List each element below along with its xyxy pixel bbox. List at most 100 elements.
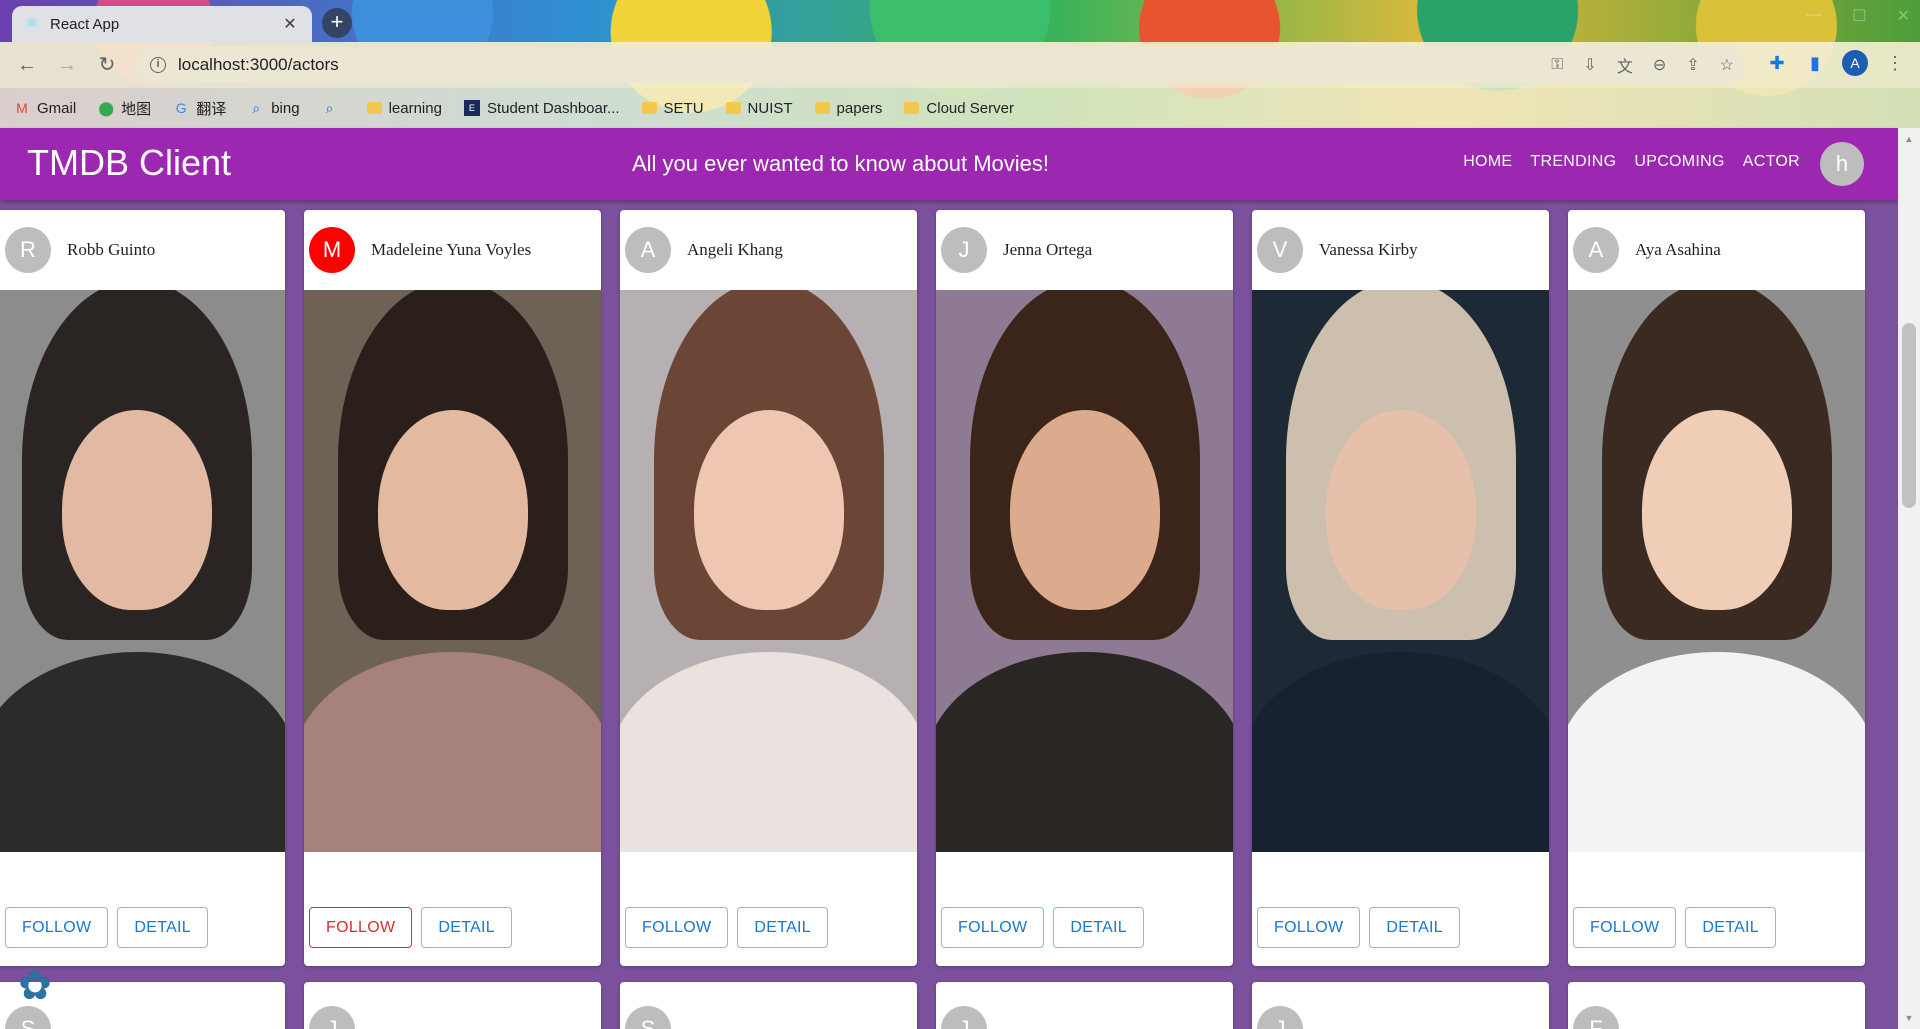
maximize-icon[interactable]: ☐	[1852, 6, 1866, 26]
card-header: F	[1568, 982, 1865, 1029]
actor-card: V Vanessa Kirby FOLLOW DETAIL	[1252, 210, 1549, 966]
actor-photo[interactable]	[0, 290, 285, 852]
folder-icon	[725, 102, 741, 114]
actors-page: R Robb Guinto FOLLOW DETAIL M Madeleine …	[0, 200, 1898, 1029]
actor-avatar: S	[5, 1006, 51, 1029]
bookmark-papers[interactable]: papers	[814, 100, 882, 117]
actor-avatar: J	[1257, 1006, 1303, 1029]
photo-body	[0, 652, 285, 852]
key-icon[interactable]: ⚿	[1551, 56, 1563, 74]
bookmark-bing[interactable]: ⌕ bing	[248, 100, 299, 117]
bookmark-nuist[interactable]: NUIST	[725, 100, 793, 117]
card-header: J	[304, 982, 601, 1029]
actor-photo[interactable]	[1252, 290, 1549, 852]
actor-name: Vanessa Kirby	[1319, 240, 1418, 259]
profile-avatar[interactable]: A	[1842, 50, 1868, 76]
bookmark-gmail[interactable]: M Gmail	[14, 100, 76, 117]
nav-trending[interactable]: TRENDING	[1530, 153, 1616, 171]
new-tab-button[interactable]: +	[322, 8, 352, 38]
page-scrollbar[interactable]: ▲ ▼	[1898, 128, 1920, 1029]
side-panel-icon[interactable]: ▮	[1804, 52, 1826, 74]
photo-face	[1325, 410, 1476, 610]
react-devtools-icon[interactable]: ✿	[12, 963, 58, 1009]
card-actions: FOLLOW DETAIL	[5, 907, 209, 948]
dashboard-icon: E	[463, 100, 480, 116]
translate-icon[interactable]: 文	[1617, 53, 1633, 77]
extension-area: ✚ ▮ A ⋮	[1766, 50, 1906, 76]
photo-face	[1641, 410, 1792, 610]
bookmark-cloud-server[interactable]: Cloud Server	[904, 100, 1014, 117]
photo-body	[620, 652, 917, 852]
detail-button[interactable]: DETAIL	[1685, 907, 1777, 948]
app-tagline: All you ever wanted to know about Movies…	[632, 151, 1050, 176]
photo-body	[1568, 652, 1865, 852]
actor-photo[interactable]	[620, 290, 917, 852]
translate-icon: G	[175, 100, 187, 116]
actor-photo[interactable]	[936, 290, 1233, 852]
bookmark-maps[interactable]: ⬤ 地图	[98, 98, 151, 119]
detail-button[interactable]: DETAIL	[1053, 907, 1145, 948]
bookmark-star-icon[interactable]: ☆	[1720, 55, 1734, 75]
url-text[interactable]: localhost:3000/actors	[178, 55, 339, 75]
reload-icon[interactable]: ↻	[94, 52, 120, 78]
bookmarks-bar: M Gmail ⬤ 地图 G 翻译 ⌕ bing ⌕ learning E Student…	[0, 88, 1920, 128]
window-controls: — ☐ ✕	[1806, 6, 1910, 26]
actor-card-partial: F	[1568, 982, 1865, 1029]
actor-photo[interactable]	[304, 290, 601, 852]
site-info-icon[interactable]: i	[150, 57, 166, 73]
address-bar[interactable]: i localhost:3000/actors ⚿ ⇩ 文 ⊖ ⇪ ☆	[136, 47, 1746, 83]
browser-window-frame: ⚛ React App ✕ + — ☐ ✕ ← → ↻ i localhost:…	[0, 0, 1920, 128]
bookmark-translate[interactable]: G 翻译	[173, 98, 226, 119]
menu-kebab-icon[interactable]: ⋮	[1884, 52, 1906, 74]
detail-button[interactable]: DETAIL	[1369, 907, 1461, 948]
card-header: J Jenna Ortega	[936, 210, 1233, 290]
follow-button[interactable]: FOLLOW	[5, 907, 109, 948]
actor-avatar: A	[625, 227, 671, 273]
actor-card: R Robb Guinto FOLLOW DETAIL	[0, 210, 285, 966]
follow-button[interactable]: FOLLOW	[1257, 907, 1361, 948]
forward-arrow-icon[interactable]: →	[54, 52, 80, 78]
photo-face	[693, 410, 844, 610]
card-actions: FOLLOW DETAIL	[309, 907, 513, 948]
bookmark-learning[interactable]: learning	[366, 100, 442, 117]
search-icon: ⌕	[252, 100, 261, 116]
extensions-puzzle-icon[interactable]: ✚	[1766, 52, 1788, 74]
scroll-up-icon[interactable]: ▲	[1904, 134, 1914, 144]
nav-actor[interactable]: ACTOR	[1743, 153, 1800, 171]
close-tab-icon[interactable]: ✕	[280, 14, 300, 34]
follow-button[interactable]: FOLLOW	[1573, 907, 1677, 948]
actor-name: Robb Guinto	[67, 240, 156, 259]
browser-tab[interactable]: ⚛ React App ✕	[12, 6, 312, 42]
actor-card: M Madeleine Yuna Voyles FOLLOW DETAIL	[304, 210, 601, 966]
nav-home[interactable]: HOME	[1463, 153, 1512, 171]
scrollbar-thumb[interactable]	[1902, 323, 1916, 508]
actor-photo[interactable]	[1568, 290, 1865, 852]
zoom-icon[interactable]: ⊖	[1653, 55, 1666, 75]
bookmark-student-dashboard[interactable]: E Student Dashboar...	[463, 100, 620, 117]
detail-button[interactable]: DETAIL	[737, 907, 829, 948]
actor-avatar: A	[1573, 227, 1619, 273]
follow-button[interactable]: FOLLOW	[309, 907, 413, 948]
detail-button[interactable]: DETAIL	[421, 907, 513, 948]
minimize-icon[interactable]: —	[1806, 6, 1822, 26]
bookmark-search[interactable]: ⌕	[322, 100, 345, 116]
user-avatar[interactable]: h	[1820, 142, 1864, 186]
follow-button[interactable]: FOLLOW	[941, 907, 1045, 948]
install-icon[interactable]: ⇩	[1583, 55, 1596, 75]
share-icon[interactable]: ⇪	[1686, 55, 1699, 75]
nav-upcoming[interactable]: UPCOMING	[1634, 153, 1724, 171]
folder-icon	[814, 102, 830, 114]
scroll-down-icon[interactable]: ▼	[1904, 1013, 1914, 1023]
follow-button[interactable]: FOLLOW	[625, 907, 729, 948]
card-header: S	[620, 982, 917, 1029]
detail-button[interactable]: DETAIL	[117, 907, 209, 948]
actor-name: Angeli Khang	[687, 240, 783, 259]
card-actions: FOLLOW DETAIL	[1257, 907, 1461, 948]
photo-face	[61, 410, 212, 610]
actor-card: A Angeli Khang FOLLOW DETAIL	[620, 210, 917, 966]
actor-card: A Aya Asahina FOLLOW DETAIL	[1568, 210, 1865, 966]
bookmark-setu[interactable]: SETU	[641, 100, 704, 117]
tab-strip: ⚛ React App ✕ + — ☐ ✕	[0, 0, 1920, 42]
back-arrow-icon[interactable]: ←	[14, 52, 40, 78]
close-window-icon[interactable]: ✕	[1897, 6, 1910, 26]
